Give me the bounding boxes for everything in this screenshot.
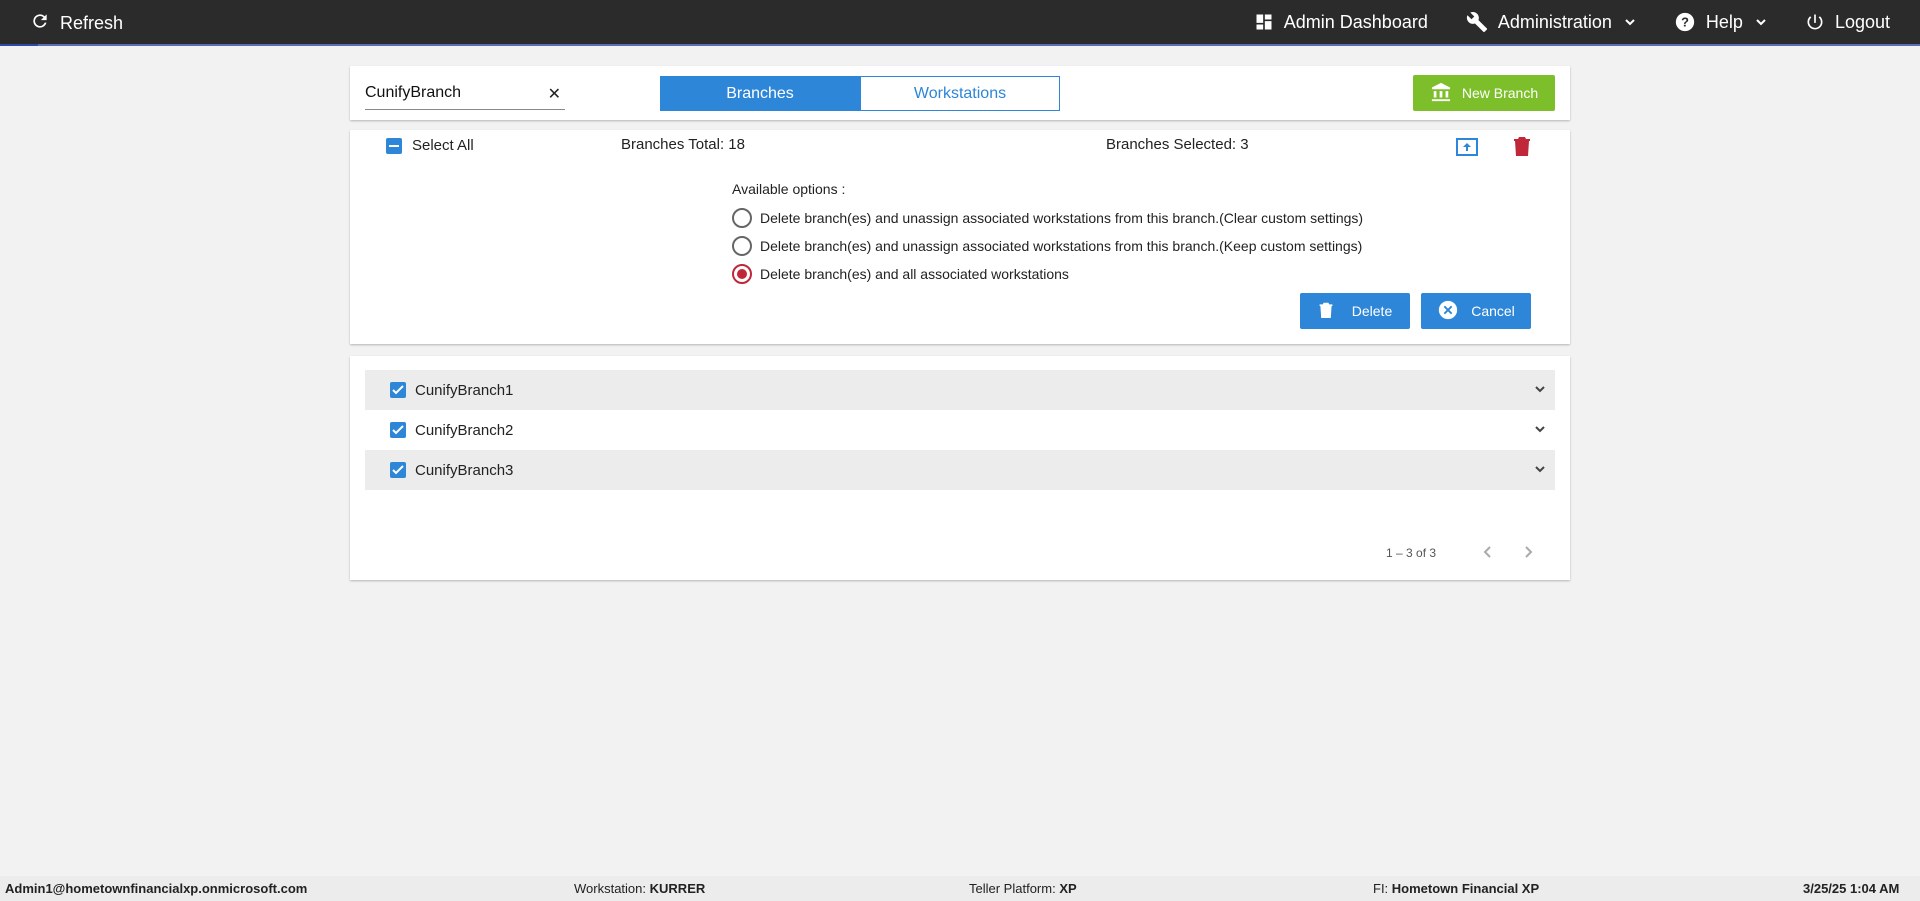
list-item[interactable]: CunifyBranch1 — [365, 370, 1555, 410]
top-bar: Refresh Admin Dashboard Administration ?… — [0, 0, 1920, 46]
toolbar-card: ✕ Branches Workstations New Branch — [350, 66, 1570, 120]
tab-workstations[interactable]: Workstations — [860, 76, 1060, 111]
view-tabs: Branches Workstations — [660, 76, 1060, 111]
status-workstation: Workstation: KURRER — [574, 881, 706, 896]
branch-name: CunifyBranch3 — [415, 461, 514, 479]
pager-range: 1 – 3 of 3 — [1386, 546, 1437, 560]
option-clear-settings[interactable]: Delete branch(es) and unassign associate… — [732, 204, 1363, 232]
branches-selected: Branches Selected: 3 — [1106, 136, 1249, 153]
chevron-down-icon — [1755, 16, 1767, 28]
delete-label: Delete — [1351, 303, 1393, 319]
bank-icon — [1430, 82, 1452, 105]
delete-options-card: Select All Branches Total: 18 Branches S… — [350, 130, 1570, 344]
chevron-down-icon — [1624, 16, 1636, 28]
options-heading: Available options : — [732, 181, 846, 197]
chevron-down-icon[interactable] — [1533, 422, 1547, 441]
loading-progress-bar — [0, 44, 1920, 46]
status-user: Admin1@hometownfinancialxp.onmicrosoft.c… — [5, 881, 308, 896]
chevron-left-icon[interactable] — [1478, 542, 1498, 567]
select-all-checkbox[interactable] — [386, 137, 402, 154]
cancel-button[interactable]: Cancel — [1421, 293, 1531, 329]
tab-branches[interactable]: Branches — [660, 76, 860, 111]
trash-icon — [1318, 301, 1334, 322]
logout-button[interactable]: Logout — [1805, 12, 1890, 33]
cancel-label: Cancel — [1471, 303, 1515, 319]
administration-label: Administration — [1497, 11, 1612, 32]
delete-options: Available options : Delete branch(es) an… — [732, 181, 1363, 288]
status-fi: FI: Hometown Financial XP — [1373, 881, 1540, 896]
search-input[interactable] — [365, 80, 535, 106]
help-label: Help — [1705, 11, 1743, 32]
new-branch-label: New Branch — [1461, 85, 1539, 101]
svg-text:?: ? — [1681, 15, 1689, 30]
branch-checkbox[interactable] — [390, 422, 406, 438]
delete-button[interactable]: Delete — [1300, 293, 1410, 329]
branch-name: CunifyBranch1 — [415, 381, 514, 399]
clear-search-icon[interactable]: ✕ — [548, 84, 561, 104]
radio-keep-settings[interactable] — [732, 236, 752, 256]
select-all-label: Select All — [412, 137, 474, 154]
refresh-label: Refresh — [60, 13, 124, 33]
status-datetime: 3/25/25 1:04 AM — [1803, 881, 1900, 896]
trash-icon[interactable] — [1512, 135, 1532, 162]
option-label: Delete branch(es) and unassign associate… — [760, 210, 1364, 226]
radio-clear-settings[interactable] — [732, 208, 752, 228]
list-item[interactable]: CunifyBranch3 — [365, 450, 1555, 490]
branches-total: Branches Total: 18 — [621, 136, 745, 153]
status-platform: Teller Platform: XP — [969, 881, 1077, 896]
branch-name: CunifyBranch2 — [415, 421, 514, 439]
help-menu[interactable]: ? Help — [1674, 11, 1767, 33]
refresh-button[interactable]: Refresh — [30, 11, 123, 36]
option-label: Delete branch(es) and all associated wor… — [760, 266, 1069, 282]
chevron-down-icon[interactable] — [1533, 462, 1547, 481]
new-branch-button[interactable]: New Branch — [1413, 75, 1555, 111]
status-bar: Admin1@hometownfinancialxp.onmicrosoft.c… — [0, 876, 1920, 901]
admin-dashboard-label: Admin Dashboard — [1283, 11, 1428, 32]
refresh-icon — [30, 11, 50, 36]
dashboard-icon — [1254, 12, 1274, 32]
chevron-down-icon[interactable] — [1533, 382, 1547, 401]
logout-label: Logout — [1834, 11, 1890, 32]
branch-checkbox[interactable] — [390, 382, 406, 398]
option-keep-settings[interactable]: Delete branch(es) and unassign associate… — [732, 232, 1363, 260]
radio-delete-all[interactable] — [732, 264, 752, 284]
select-all[interactable]: Select All — [386, 137, 474, 154]
chevron-right-icon[interactable] — [1518, 542, 1538, 567]
wrench-icon — [1466, 11, 1488, 33]
list-item[interactable]: CunifyBranch2 — [365, 410, 1555, 450]
branch-checkbox[interactable] — [390, 462, 406, 478]
branch-list-card: CunifyBranch1 CunifyBranch2 CunifyBranch… — [350, 356, 1570, 580]
power-icon — [1805, 12, 1825, 32]
cancel-circle-icon — [1437, 299, 1459, 324]
admin-dashboard-button[interactable]: Admin Dashboard — [1254, 12, 1428, 33]
option-delete-all[interactable]: Delete branch(es) and all associated wor… — [732, 260, 1363, 288]
administration-menu[interactable]: Administration — [1466, 11, 1636, 33]
search-field: ✕ — [365, 80, 565, 110]
help-icon: ? — [1674, 11, 1696, 33]
upload-icon[interactable] — [1455, 136, 1479, 163]
option-label: Delete branch(es) and unassign associate… — [760, 238, 1363, 254]
